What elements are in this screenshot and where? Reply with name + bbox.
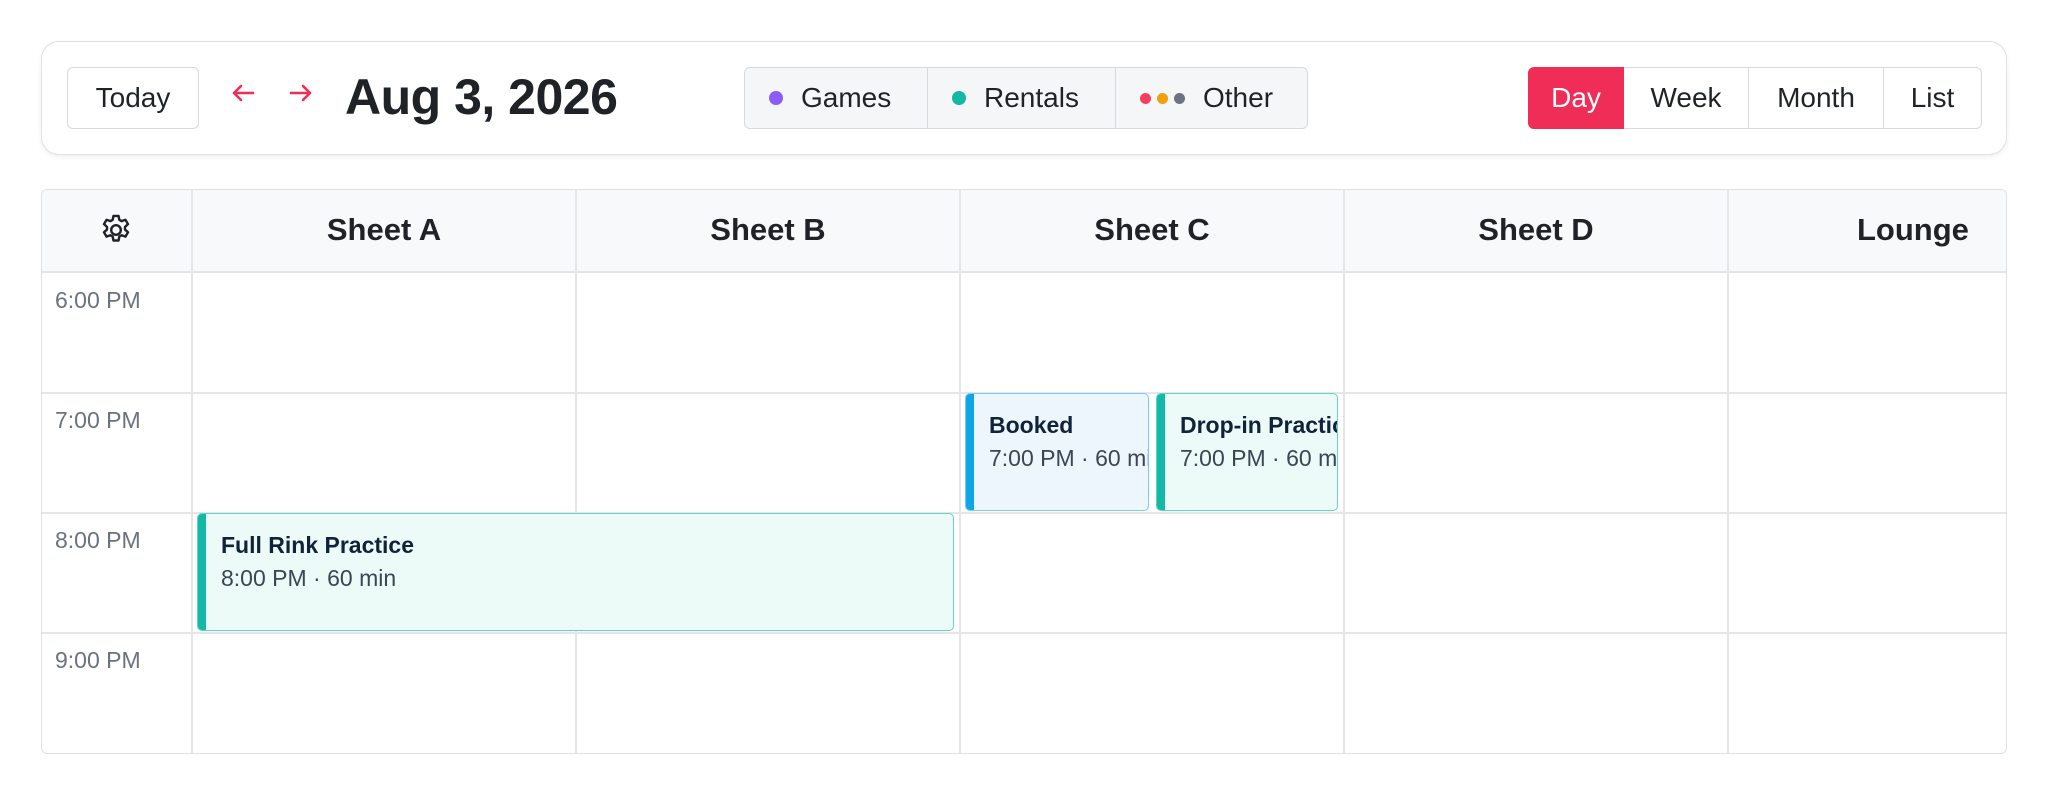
legend-item-rentals[interactable]: Rentals	[927, 68, 1115, 128]
legend-label: Rentals	[984, 82, 1079, 113]
view-day-button[interactable]: Day	[1528, 67, 1624, 129]
gear-icon[interactable]	[98, 212, 134, 248]
event-title: Drop-in Practice	[1180, 412, 1337, 438]
view-list-button[interactable]: List	[1884, 67, 1982, 129]
legend-item-games[interactable]: Games	[745, 68, 927, 128]
day-schedule-grid: Sheet A Sheet B Sheet C Sheet D Lounge 6…	[41, 189, 2007, 754]
column-divider	[575, 190, 577, 753]
games-dot-icon	[769, 91, 783, 105]
event-booked[interactable]: Booked 7:00 PM · 60 min	[965, 393, 1149, 511]
event-full-rink-practice[interactable]: Full Rink Practice 8:00 PM · 60 min	[197, 513, 954, 631]
legend-item-other[interactable]: Other	[1115, 68, 1305, 128]
column-header-sheet-d: Sheet D	[1478, 212, 1594, 247]
time-label: 7:00 PM	[55, 407, 141, 433]
column-header-sheet-c: Sheet C	[1094, 212, 1210, 247]
column-divider	[191, 190, 193, 753]
calendar-toolbar: Today Aug 3, 2026 Games Rentals Other Da…	[41, 41, 2007, 155]
legend-label: Other	[1203, 82, 1274, 113]
column-divider	[959, 190, 961, 753]
today-button[interactable]: Today	[67, 67, 199, 129]
resource-header-row: Sheet A Sheet B Sheet C Sheet D Lounge	[42, 190, 2006, 273]
current-date-title: Aug 3, 2026	[345, 69, 618, 125]
column-header-sheet-a: Sheet A	[326, 212, 442, 247]
event-time: 7:00 PM · 60 min	[989, 445, 1149, 471]
event-color-bar	[1157, 394, 1165, 510]
event-color-bar	[966, 394, 974, 510]
time-label: 9:00 PM	[55, 647, 141, 673]
event-color-bar	[198, 514, 206, 630]
rentals-dot-icon	[952, 91, 966, 105]
time-label: 6:00 PM	[55, 287, 141, 313]
column-divider	[1343, 190, 1345, 753]
event-time: 7:00 PM · 60 min	[1180, 445, 1338, 471]
view-week-button[interactable]: Week	[1624, 67, 1749, 129]
event-title: Booked	[989, 412, 1074, 438]
legend-label: Games	[801, 82, 892, 113]
hour-divider	[42, 632, 2006, 634]
event-time: 8:00 PM · 60 min	[221, 565, 397, 591]
other-dots-icon	[1140, 92, 1185, 104]
view-switcher: Day Week Month List	[1528, 67, 1982, 129]
arrow-right-icon[interactable]	[286, 78, 316, 108]
arrow-left-icon[interactable]	[228, 78, 258, 108]
time-label: 8:00 PM	[55, 527, 141, 553]
column-header-sheet-b: Sheet B	[710, 212, 826, 247]
event-title: Full Rink Practice	[221, 532, 415, 558]
column-header-lounge: Lounge	[1857, 212, 1969, 247]
event-legend: Games Rentals Other	[744, 67, 1308, 129]
view-month-button[interactable]: Month	[1749, 67, 1884, 129]
event-drop-in-practice[interactable]: Drop-in Practice 7:00 PM · 60 min	[1156, 393, 1338, 511]
column-divider	[1727, 190, 1729, 753]
